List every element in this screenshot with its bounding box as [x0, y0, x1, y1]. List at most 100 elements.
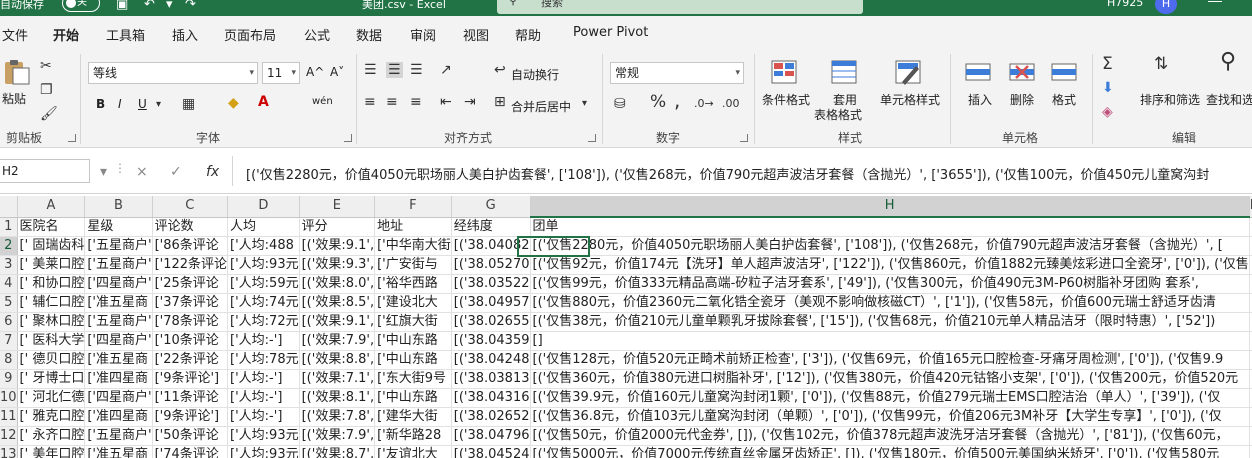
- decrease-decimal-icon[interactable]: .00: [722, 96, 740, 112]
- user-name[interactable]: H7925: [1107, 0, 1143, 9]
- cell[interactable]: [' 德贝口腔: [17, 350, 86, 370]
- row-header[interactable]: 7: [0, 331, 18, 351]
- cell[interactable]: [('38.03813: [451, 369, 531, 389]
- cell[interactable]: [('38.02655: [451, 312, 531, 332]
- cell[interactable]: ['人均:93元: [227, 426, 300, 446]
- cell[interactable]: [' 美年口腔: [17, 445, 86, 458]
- cell[interactable]: [' 牙博士口: [17, 369, 86, 389]
- insert-cells-button[interactable]: 插入: [968, 91, 992, 108]
- row-header[interactable]: 8: [0, 350, 18, 370]
- cell[interactable]: ['人均:-']: [227, 407, 300, 427]
- cell[interactable]: [('效果:8.5',: [299, 293, 376, 313]
- cell[interactable]: ['五星商户': [84, 312, 153, 332]
- name-box[interactable]: H2: [0, 159, 90, 183]
- cut-icon[interactable]: ✂: [40, 58, 52, 74]
- align-left-icon[interactable]: ≡: [364, 94, 376, 110]
- cell[interactable]: [' 河北仁德: [17, 388, 86, 408]
- format-cells-button[interactable]: 格式: [1052, 91, 1076, 108]
- cell[interactable]: [('38.04248: [451, 350, 531, 370]
- cell[interactable]: ['中山东路: [374, 350, 452, 370]
- tab-help[interactable]: 帮助: [515, 25, 541, 44]
- underline-button[interactable]: U: [138, 97, 147, 111]
- decrease-indent-icon[interactable]: ⇤: [440, 94, 452, 110]
- cell[interactable]: ['建设北大: [374, 293, 452, 313]
- format-as-table-button[interactable]: 表格格式: [814, 106, 862, 123]
- cell-styles-button[interactable]: 单元格样式: [880, 91, 940, 108]
- sort-filter-button[interactable]: 排序和筛选: [1140, 91, 1200, 108]
- font-name-combo[interactable]: 等线 ▾: [88, 62, 258, 84]
- cell[interactable]: [' 固瑞齿科: [17, 236, 86, 256]
- row-header[interactable]: 2: [0, 236, 18, 256]
- merge-center-button[interactable]: 合并后居中: [511, 98, 571, 115]
- cell[interactable]: [('仅售50元，价值2000元代金券', []), ('仅售102元，价值37…: [530, 426, 1250, 446]
- row-header[interactable]: 11: [0, 407, 18, 427]
- increase-indent-icon[interactable]: ⇥: [464, 94, 476, 110]
- cell[interactable]: ['人均:78元: [227, 350, 300, 370]
- namebox-dropdown-icon[interactable]: ▾: [100, 164, 107, 180]
- column-header[interactable]: F: [374, 196, 452, 218]
- phonetic-button[interactable]: wén: [312, 96, 333, 107]
- cell[interactable]: ['人均:74元: [227, 293, 300, 313]
- cell[interactable]: ['中山东路: [374, 331, 452, 351]
- row-header[interactable]: 3: [0, 255, 18, 275]
- cell[interactable]: [('效果:9.1',: [299, 312, 376, 332]
- cell[interactable]: [' 永齐口腔: [17, 426, 86, 446]
- cell[interactable]: ['中华南大街: [374, 236, 452, 256]
- undo-icon[interactable]: ↶: [144, 0, 155, 12]
- paste-button[interactable]: 粘贴: [2, 90, 26, 107]
- tab-formulas[interactable]: 公式: [304, 25, 330, 44]
- font-color-icon[interactable]: A: [258, 94, 269, 110]
- column-header[interactable]: D: [227, 196, 300, 218]
- cell[interactable]: ['22条评论: [152, 350, 229, 370]
- cell[interactable]: ['建华大街: [374, 407, 452, 427]
- cell[interactable]: [('仅售2280元，价值4050元职场丽人美白护齿套餐', ['108']),…: [530, 236, 1250, 256]
- align-middle-icon[interactable]: ☰: [386, 62, 403, 78]
- cell[interactable]: ['人均:-']: [227, 388, 300, 408]
- cell[interactable]: ['五星商户': [84, 255, 153, 275]
- cell[interactable]: [('38.04082: [451, 236, 531, 256]
- row-header[interactable]: 6: [0, 312, 18, 332]
- sort-filter-icon[interactable]: ⇅: [1154, 56, 1168, 73]
- cancel-icon[interactable]: ×: [136, 164, 148, 180]
- font-size-combo[interactable]: 11 ▾: [262, 62, 300, 84]
- tab-view[interactable]: 视图: [463, 25, 489, 44]
- avatar[interactable]: H: [1155, 0, 1177, 14]
- cell[interactable]: [' 聚林口腔: [17, 312, 86, 332]
- align-bottom-icon[interactable]: ☰: [410, 62, 423, 78]
- cell[interactable]: [('效果:9.3',: [299, 255, 376, 275]
- fill-color-icon[interactable]: ◆: [228, 95, 239, 111]
- percent-icon[interactable]: %: [650, 94, 666, 111]
- shrink-font-button[interactable]: A˅: [330, 65, 344, 79]
- cell[interactable]: [('仅售38元，价值210元儿童单颗乳牙拔除套餐', ['15']), ('仅…: [530, 312, 1250, 332]
- cell[interactable]: ['人均:93元: [227, 445, 300, 458]
- cell[interactable]: ['人均:-']: [227, 331, 300, 351]
- cell[interactable]: [('38.04316: [451, 388, 531, 408]
- cell[interactable]: [('效果:7.9',: [299, 331, 376, 351]
- cell[interactable]: [('仅售5000元，价值7000元传统直丝金属牙齿矫正', []), ('仅售…: [530, 445, 1250, 458]
- cell[interactable]: 团单: [530, 217, 1250, 237]
- align-right-icon[interactable]: ≡: [410, 94, 422, 110]
- cell[interactable]: ['人均:93元: [227, 255, 300, 275]
- row-header[interactable]: 9: [0, 369, 18, 389]
- cell[interactable]: 星级: [84, 217, 153, 237]
- cell[interactable]: [('效果:8.8',: [299, 350, 376, 370]
- cell[interactable]: ['78条评论: [152, 312, 229, 332]
- cell[interactable]: [('效果:7.9',: [299, 426, 376, 446]
- cell[interactable]: 评分: [299, 217, 376, 237]
- tab-home[interactable]: 开始: [53, 25, 80, 51]
- cell[interactable]: [('仅售39.9元，价值160元儿童窝沟封闭1颗', ['0']), ('仅售…: [530, 388, 1250, 408]
- cell[interactable]: [('仅售36.8元，价值103元儿童窝沟封闭（单颗）', ['0']), ('…: [530, 407, 1250, 427]
- borders-icon[interactable]: ▦: [182, 96, 195, 112]
- cell[interactable]: [('效果:9.1',: [299, 236, 376, 256]
- comma-style-icon[interactable]: ,: [674, 90, 680, 110]
- cell[interactable]: ['人均:-']: [227, 369, 300, 389]
- cell[interactable]: ['准四星商: [84, 407, 153, 427]
- tab-page-layout[interactable]: 页面布局: [224, 25, 276, 44]
- select-all-corner[interactable]: [0, 196, 18, 218]
- cell[interactable]: [('仅售128元，价值520元正畸术前矫正检查', ['3']), ('仅售6…: [530, 350, 1250, 370]
- underline-dropdown-icon[interactable]: ▾: [156, 97, 161, 113]
- cell[interactable]: [('仅售92元，价值174元【洗牙】单人超声波洁牙', ['122']), (…: [530, 255, 1250, 275]
- paste-icon[interactable]: [2, 58, 32, 86]
- accounting-format-icon[interactable]: ⛁: [614, 96, 626, 112]
- cell[interactable]: ['准五星商: [84, 350, 153, 370]
